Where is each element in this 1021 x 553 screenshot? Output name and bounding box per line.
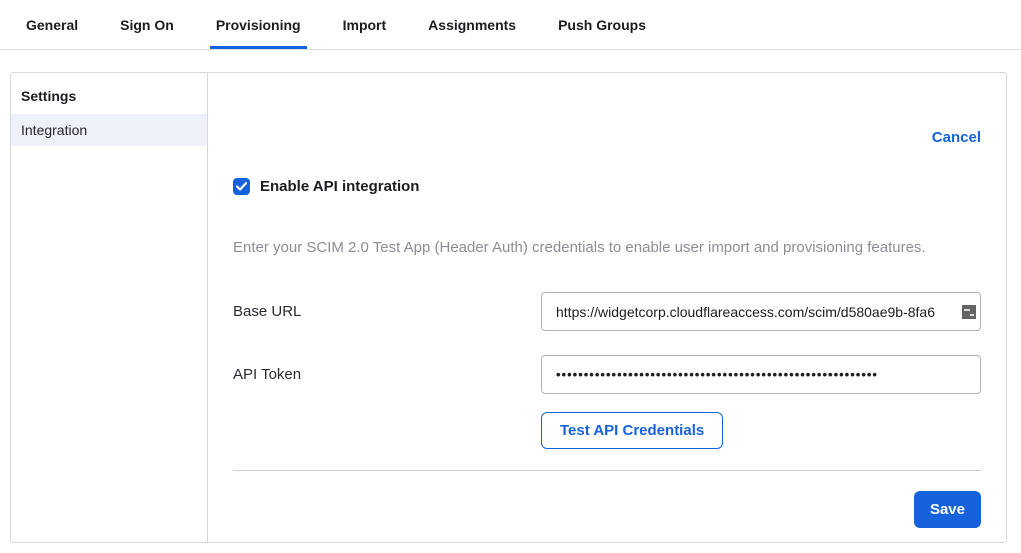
cancel-button[interactable]: Cancel (932, 129, 981, 146)
base-url-input-wrap (541, 292, 981, 331)
api-token-input-wrap (541, 355, 981, 394)
api-token-label: API Token (233, 366, 541, 383)
credentials-description: Enter your SCIM 2.0 Test App (Header Aut… (233, 239, 981, 256)
save-row: Save (233, 491, 981, 528)
app-tab-bar: General Sign On Provisioning Import Assi… (0, 0, 1021, 50)
settings-sidebar: Settings Integration (11, 73, 208, 542)
tab-push-groups[interactable]: Push Groups (552, 0, 652, 49)
tab-sign-on[interactable]: Sign On (114, 0, 180, 49)
base-url-row: Base URL (233, 292, 981, 331)
enable-api-integration-row: Enable API integration (233, 178, 981, 195)
base-url-input[interactable] (541, 292, 981, 331)
enable-api-integration-label: Enable API integration (260, 178, 419, 195)
sidebar-item-integration[interactable]: Integration (11, 114, 207, 146)
save-button[interactable]: Save (914, 491, 981, 528)
tab-general[interactable]: General (20, 0, 84, 49)
test-api-credentials-button[interactable]: Test API Credentials (541, 412, 723, 449)
checkmark-icon (236, 182, 247, 191)
enable-api-integration-checkbox[interactable] (233, 178, 250, 195)
test-credentials-row: Test API Credentials (233, 412, 981, 449)
tab-provisioning[interactable]: Provisioning (210, 0, 307, 49)
provisioning-panel: Settings Integration Cancel Enable API i… (10, 72, 1007, 543)
api-token-input[interactable] (541, 355, 981, 394)
footer-divider (233, 470, 981, 471)
integration-settings-main: Cancel Enable API integration Enter your… (208, 73, 1006, 542)
base-url-label: Base URL (233, 303, 541, 320)
credentials-form: Base URL API Token Test API Credentials (233, 292, 981, 449)
sidebar-header-settings: Settings (11, 73, 207, 114)
tab-assignments[interactable]: Assignments (422, 0, 522, 49)
api-token-row: API Token (233, 355, 981, 394)
tab-import[interactable]: Import (337, 0, 393, 49)
cancel-row: Cancel (233, 129, 981, 146)
text-overflow-indicator-icon (962, 305, 976, 319)
